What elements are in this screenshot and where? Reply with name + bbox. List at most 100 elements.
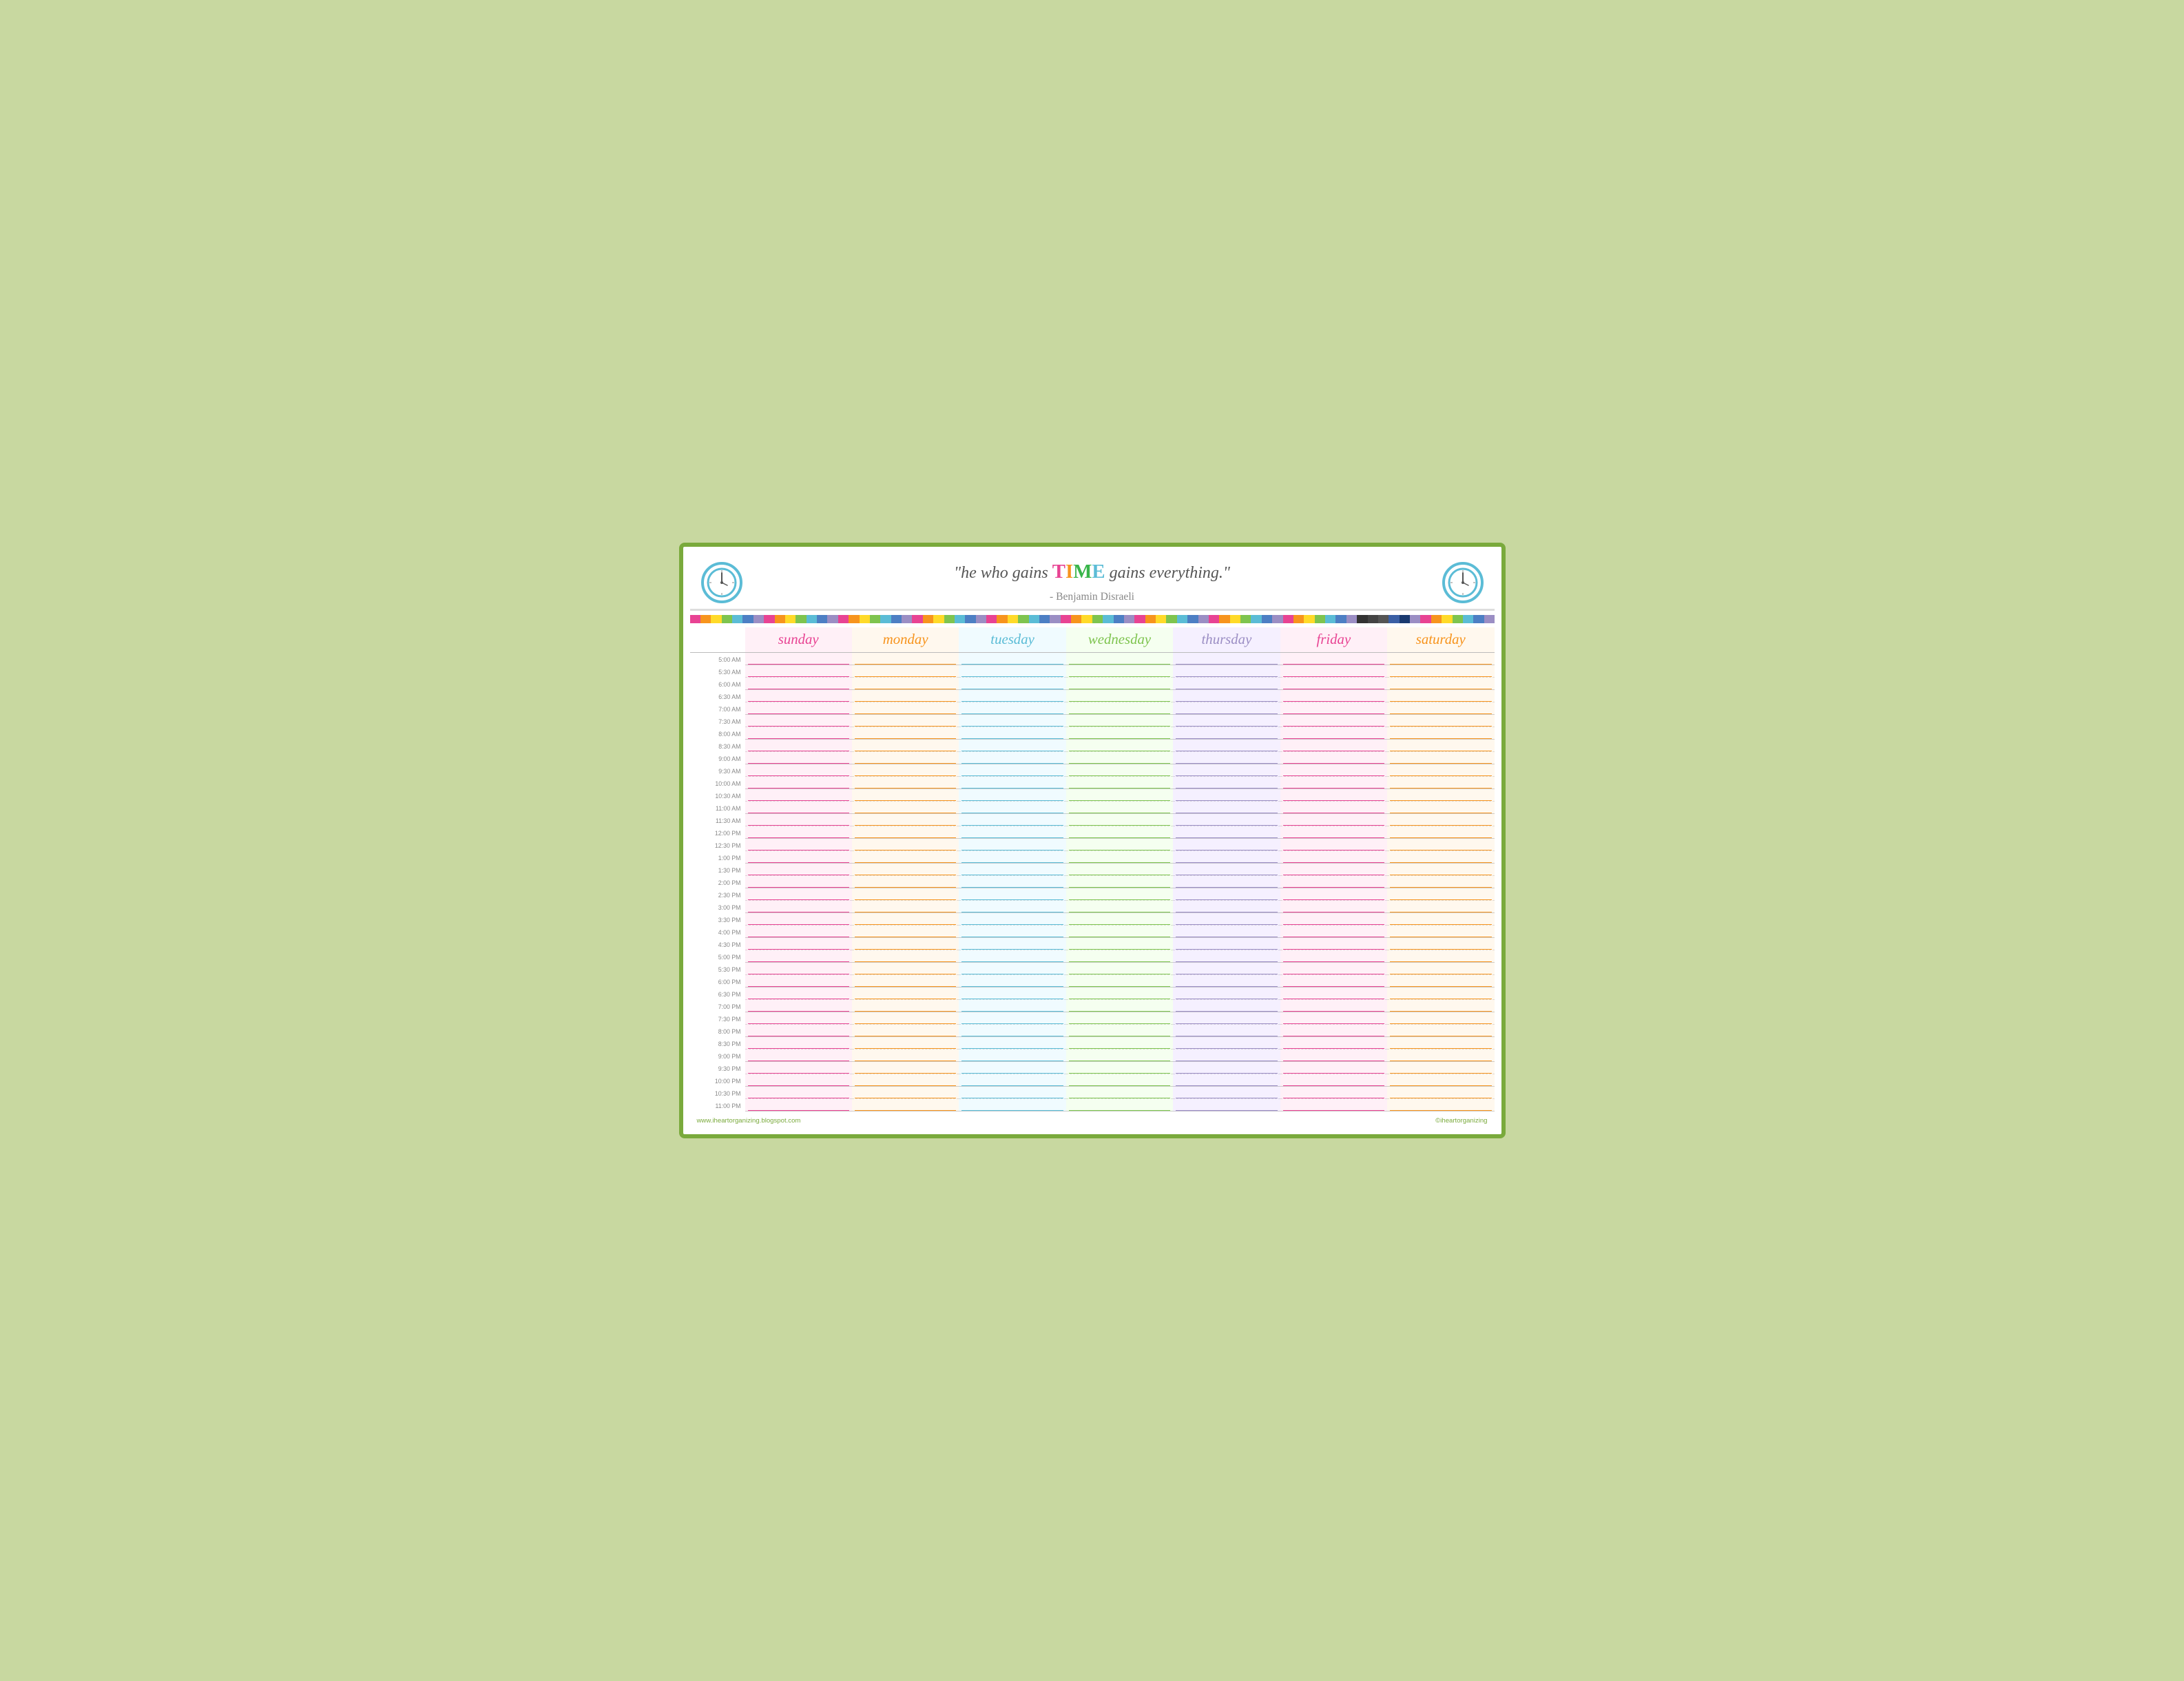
schedule-cell[interactable] — [1173, 802, 1280, 814]
schedule-cell[interactable] — [1387, 678, 1494, 690]
schedule-cell[interactable] — [1066, 1062, 1173, 1074]
schedule-cell[interactable] — [745, 1074, 852, 1087]
schedule-cell[interactable] — [959, 1087, 1065, 1099]
schedule-cell[interactable] — [745, 1025, 852, 1037]
schedule-cell[interactable] — [959, 938, 1065, 950]
schedule-cell[interactable] — [1173, 913, 1280, 926]
schedule-cell[interactable] — [1066, 926, 1173, 938]
schedule-cell[interactable] — [959, 814, 1065, 826]
schedule-cell[interactable] — [1173, 814, 1280, 826]
schedule-cell[interactable] — [1066, 702, 1173, 715]
schedule-cell[interactable] — [1066, 864, 1173, 876]
schedule-cell[interactable] — [1280, 876, 1387, 888]
schedule-cell[interactable] — [745, 678, 852, 690]
schedule-cell[interactable] — [1280, 715, 1387, 727]
schedule-cell[interactable] — [1387, 864, 1494, 876]
schedule-cell[interactable] — [852, 678, 959, 690]
schedule-cell[interactable] — [959, 839, 1065, 851]
schedule-cell[interactable] — [745, 752, 852, 764]
schedule-cell[interactable] — [852, 1000, 959, 1012]
schedule-cell[interactable] — [1280, 901, 1387, 913]
schedule-cell[interactable] — [1387, 715, 1494, 727]
schedule-cell[interactable] — [852, 715, 959, 727]
schedule-cell[interactable] — [1387, 950, 1494, 963]
schedule-cell[interactable] — [852, 1074, 959, 1087]
schedule-cell[interactable] — [1066, 653, 1173, 665]
schedule-cell[interactable] — [1066, 1000, 1173, 1012]
schedule-cell[interactable] — [852, 727, 959, 740]
schedule-cell[interactable] — [745, 1012, 852, 1025]
schedule-cell[interactable] — [1066, 950, 1173, 963]
schedule-cell[interactable] — [1280, 764, 1387, 777]
schedule-cell[interactable] — [1173, 1025, 1280, 1037]
schedule-cell[interactable] — [852, 851, 959, 864]
schedule-cell[interactable] — [852, 789, 959, 802]
schedule-cell[interactable] — [1173, 1099, 1280, 1111]
schedule-cell[interactable] — [745, 950, 852, 963]
schedule-cell[interactable] — [1066, 826, 1173, 839]
schedule-cell[interactable] — [959, 1050, 1065, 1062]
schedule-cell[interactable] — [852, 864, 959, 876]
schedule-cell[interactable] — [1173, 839, 1280, 851]
schedule-cell[interactable] — [959, 901, 1065, 913]
schedule-cell[interactable] — [1387, 727, 1494, 740]
schedule-cell[interactable] — [1387, 1012, 1494, 1025]
schedule-cell[interactable] — [745, 764, 852, 777]
schedule-cell[interactable] — [745, 653, 852, 665]
schedule-cell[interactable] — [1173, 988, 1280, 1000]
schedule-cell[interactable] — [745, 1050, 852, 1062]
schedule-cell[interactable] — [959, 876, 1065, 888]
schedule-cell[interactable] — [1387, 1000, 1494, 1012]
schedule-cell[interactable] — [959, 789, 1065, 802]
schedule-cell[interactable] — [1387, 876, 1494, 888]
schedule-cell[interactable] — [1280, 802, 1387, 814]
schedule-cell[interactable] — [1066, 913, 1173, 926]
schedule-cell[interactable] — [1280, 1062, 1387, 1074]
schedule-cell[interactable] — [745, 665, 852, 678]
schedule-cell[interactable] — [1066, 752, 1173, 764]
schedule-cell[interactable] — [1173, 777, 1280, 789]
schedule-cell[interactable] — [1387, 901, 1494, 913]
schedule-cell[interactable] — [1387, 789, 1494, 802]
schedule-cell[interactable] — [1387, 938, 1494, 950]
schedule-cell[interactable] — [1173, 963, 1280, 975]
schedule-cell[interactable] — [1173, 851, 1280, 864]
schedule-cell[interactable] — [1173, 975, 1280, 988]
schedule-cell[interactable] — [852, 690, 959, 702]
schedule-cell[interactable] — [745, 864, 852, 876]
schedule-cell[interactable] — [1173, 653, 1280, 665]
schedule-cell[interactable] — [1173, 1012, 1280, 1025]
schedule-cell[interactable] — [745, 690, 852, 702]
schedule-cell[interactable] — [1173, 901, 1280, 913]
schedule-cell[interactable] — [852, 752, 959, 764]
schedule-cell[interactable] — [1173, 1050, 1280, 1062]
schedule-cell[interactable] — [959, 1025, 1065, 1037]
schedule-cell[interactable] — [959, 1062, 1065, 1074]
schedule-cell[interactable] — [745, 715, 852, 727]
schedule-cell[interactable] — [1066, 777, 1173, 789]
schedule-cell[interactable] — [1280, 888, 1387, 901]
schedule-cell[interactable] — [1280, 938, 1387, 950]
schedule-cell[interactable] — [852, 1050, 959, 1062]
schedule-cell[interactable] — [1387, 851, 1494, 864]
schedule-cell[interactable] — [1173, 740, 1280, 752]
schedule-cell[interactable] — [959, 690, 1065, 702]
schedule-cell[interactable] — [852, 740, 959, 752]
schedule-cell[interactable] — [1066, 888, 1173, 901]
schedule-cell[interactable] — [959, 715, 1065, 727]
schedule-cell[interactable] — [1387, 963, 1494, 975]
schedule-cell[interactable] — [1173, 1062, 1280, 1074]
schedule-cell[interactable] — [1387, 1074, 1494, 1087]
schedule-cell[interactable] — [745, 1000, 852, 1012]
schedule-cell[interactable] — [1387, 1062, 1494, 1074]
schedule-cell[interactable] — [1280, 1050, 1387, 1062]
schedule-cell[interactable] — [1173, 764, 1280, 777]
schedule-cell[interactable] — [1387, 665, 1494, 678]
schedule-cell[interactable] — [959, 764, 1065, 777]
schedule-cell[interactable] — [1280, 950, 1387, 963]
schedule-cell[interactable] — [1066, 963, 1173, 975]
schedule-cell[interactable] — [745, 926, 852, 938]
schedule-cell[interactable] — [745, 826, 852, 839]
schedule-cell[interactable] — [745, 727, 852, 740]
schedule-cell[interactable] — [852, 1087, 959, 1099]
